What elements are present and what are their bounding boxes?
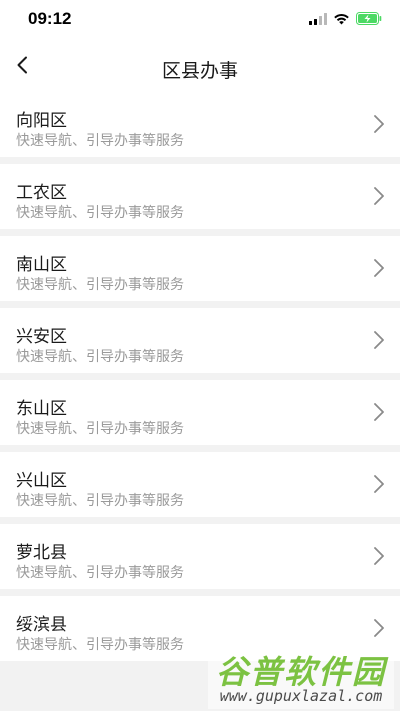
chevron-right-icon xyxy=(374,475,384,493)
district-name: 东山区 xyxy=(16,399,67,419)
district-description: 快速导航、引导办事等服务 xyxy=(16,133,184,149)
chevron-right-icon xyxy=(374,331,384,349)
chevron-right-icon xyxy=(374,187,384,205)
status-bar: 09:12 xyxy=(0,0,400,42)
chevron-right-icon xyxy=(374,259,384,277)
list-item[interactable]: 南山区 快速导航、引导办事等服务 xyxy=(0,236,400,301)
page-title: 区县办事 xyxy=(161,60,238,82)
list-item[interactable]: 兴山区 快速导航、引导办事等服务 xyxy=(0,452,400,517)
district-name: 萝北县 xyxy=(16,543,67,563)
district-description: 快速导航、引导办事等服务 xyxy=(16,205,184,221)
status-icons xyxy=(309,11,382,27)
list-item[interactable]: 工农区 快速导航、引导办事等服务 xyxy=(0,164,400,229)
district-name: 向阳区 xyxy=(16,111,67,131)
district-name: 绥滨县 xyxy=(16,615,67,635)
watermark-url: www.gupuxlazal.com xyxy=(219,687,383,705)
list-item[interactable]: 兴安区 快速导航、引导办事等服务 xyxy=(0,308,400,373)
district-description: 快速导航、引导办事等服务 xyxy=(16,565,184,581)
list-item[interactable]: 东山区 快速导航、引导办事等服务 xyxy=(0,380,400,445)
district-description: 快速导航、引导办事等服务 xyxy=(16,421,184,437)
chevron-right-icon xyxy=(374,403,384,421)
list-item[interactable]: 向阳区 快速导航、引导办事等服务 xyxy=(0,92,400,157)
navigation-bar: 区县办事 xyxy=(0,42,400,92)
district-list: 向阳区 快速导航、引导办事等服务 工农区 快速导航、引导办事等服务 南山区 快速… xyxy=(0,92,400,668)
cellular-signal-icon xyxy=(309,10,327,29)
district-name: 兴山区 xyxy=(16,471,67,491)
chevron-right-icon xyxy=(374,547,384,565)
chevron-right-icon xyxy=(374,619,384,637)
chevron-right-icon xyxy=(374,115,384,133)
list-item[interactable]: 萝北县 快速导航、引导办事等服务 xyxy=(0,524,400,589)
status-time: 09:12 xyxy=(28,9,72,28)
district-description: 快速导航、引导办事等服务 xyxy=(16,349,184,365)
district-name: 兴安区 xyxy=(16,327,67,347)
district-description: 快速导航、引导办事等服务 xyxy=(16,277,184,293)
district-description: 快速导航、引导办事等服务 xyxy=(16,493,184,509)
district-description: 快速导航、引导办事等服务 xyxy=(16,637,184,653)
battery-charging-icon xyxy=(356,10,382,29)
district-name: 工农区 xyxy=(16,183,67,203)
wifi-icon xyxy=(333,10,350,29)
site-watermark: 谷普软件园 www.gupuxlazal.com xyxy=(208,645,394,709)
district-name: 南山区 xyxy=(16,255,67,275)
